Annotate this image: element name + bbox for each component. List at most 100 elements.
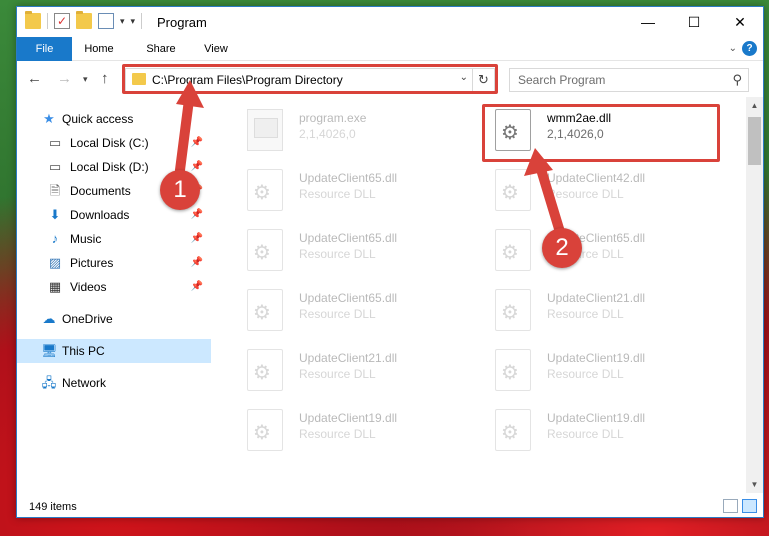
file-item[interactable]: UpdateClient19.dll Resource DLL: [237, 403, 467, 459]
file-item[interactable]: UpdateClient65.dll Resource DLL: [237, 163, 467, 219]
tab-share[interactable]: Share: [141, 37, 181, 61]
sidebar-item-local-disk-c[interactable]: ▭ Local Disk (C:) 📌: [17, 131, 211, 155]
file-item[interactable]: UpdateClient21.dll Resource DLL: [237, 343, 467, 399]
pin-icon: 📌: [190, 233, 203, 244]
quick-access-toolbar: ✓ ▾ ▾: [25, 11, 143, 29]
cloud-icon: ☁: [42, 311, 56, 326]
music-icon: ♪: [51, 231, 59, 246]
file-name: UpdateClient21.dll: [299, 351, 398, 365]
file-item[interactable]: program.exe 2,1,4026,0: [237, 103, 467, 159]
search-icon[interactable]: ⚲: [732, 72, 742, 88]
sidebar-item-quick-access[interactable]: ★ Quick access: [17, 107, 211, 131]
dll-file-icon: [247, 289, 283, 331]
properties-check-icon[interactable]: ✓: [54, 13, 70, 29]
file-name: UpdateClient65.dll: [299, 231, 398, 245]
sidebar-item-label: Pictures: [70, 256, 114, 270]
file-detail: 2,1,4026,0: [299, 127, 356, 141]
dll-file-icon: [247, 409, 283, 451]
dll-file-icon: [247, 229, 283, 271]
folder-icon: [25, 11, 41, 29]
sidebar-item-network[interactable]: 🖧 Network: [17, 371, 211, 395]
toolbar-divider: [47, 13, 48, 29]
file-highlight: [482, 104, 720, 162]
scroll-up-icon[interactable]: ▲: [746, 97, 763, 114]
properties-icon[interactable]: [98, 13, 114, 29]
tab-view[interactable]: View: [199, 37, 233, 61]
sidebar-item-onedrive[interactable]: ☁ OneDrive: [17, 307, 211, 331]
dll-file-icon: [247, 169, 283, 211]
file-detail: Resource DLL: [547, 307, 624, 321]
file-detail: Resource DLL: [299, 367, 376, 381]
navigation-pane: ★ Quick access ▭ Local Disk (C:) 📌 ▭ Loc…: [17, 97, 211, 493]
tab-file[interactable]: File: [17, 37, 72, 61]
scroll-down-icon[interactable]: ▼: [746, 476, 763, 493]
file-item[interactable]: UpdateClient65.dll Resource DLL: [237, 223, 467, 279]
file-name: UpdateClient21.dll: [547, 291, 646, 305]
ribbon-tabs: File Home Share View ⌄ ?: [17, 37, 763, 61]
forward-arrow-icon[interactable]: →: [57, 70, 72, 87]
file-item[interactable]: UpdateClient65.dll Resource DLL: [237, 283, 467, 339]
sidebar-item-music[interactable]: ♪ Music 📌: [17, 227, 211, 251]
up-arrow-icon[interactable]: ↑: [101, 70, 109, 87]
pictures-icon: ▨: [48, 255, 62, 270]
status-bar: 149 items: [17, 495, 763, 517]
chevron-down-icon[interactable]: ▾: [120, 16, 125, 27]
network-icon: 🖧: [41, 375, 57, 390]
computer-icon: 🖥: [41, 343, 58, 358]
window-controls: — ☐ ✕: [625, 7, 763, 37]
scroll-thumb[interactable]: [748, 117, 761, 165]
sidebar-item-videos[interactable]: ▦ Videos 📌: [17, 275, 211, 299]
sidebar-item-label: Network: [62, 376, 107, 390]
new-folder-icon[interactable]: [76, 11, 92, 29]
file-item[interactable]: UpdateClient21.dll Resource DLL: [485, 283, 715, 339]
address-bar-highlight: [122, 64, 498, 94]
file-explorer-window: ✓ ▾ ▾ Program — ☐ ✕ File Home Share View…: [16, 6, 764, 518]
file-item[interactable]: UpdateClient19.dll Resource DLL: [485, 343, 715, 399]
vertical-scrollbar[interactable]: ▲ ▼: [746, 97, 763, 493]
large-icons-view-icon[interactable]: [742, 499, 757, 513]
maximize-button[interactable]: ☐: [671, 7, 717, 37]
callout-badge-2: 2: [542, 228, 582, 268]
file-detail: Resource DLL: [299, 247, 376, 261]
dll-file-icon: [495, 349, 531, 391]
customize-toolbar-icon[interactable]: ▾: [131, 16, 136, 27]
pin-icon: 📌: [190, 209, 203, 220]
file-item[interactable]: UpdateClient65.dll Resource DLL: [485, 223, 715, 279]
file-item[interactable]: UpdateClient42.dll Resource DLL: [485, 163, 715, 219]
sidebar-item-this-pc[interactable]: 🖥 This PC: [17, 339, 211, 363]
title-bar: ✓ ▾ ▾ Program — ☐ ✕: [17, 7, 763, 37]
search-box[interactable]: Search Program ⚲: [509, 68, 749, 92]
tab-home[interactable]: Home: [79, 37, 119, 61]
dll-file-icon: [247, 349, 283, 391]
minimize-button[interactable]: —: [625, 7, 671, 37]
item-count: 149 items: [29, 501, 77, 513]
dll-file-icon: [495, 229, 531, 271]
details-view-icon[interactable]: [723, 499, 738, 513]
pin-icon: 📌: [190, 137, 203, 148]
sidebar-item-label: Videos: [70, 280, 107, 294]
file-detail: Resource DLL: [299, 307, 376, 321]
sidebar-item-pictures[interactable]: ▨ Pictures 📌: [17, 251, 211, 275]
back-arrow-icon[interactable]: ←: [27, 70, 42, 87]
sidebar-item-label: This PC: [62, 344, 105, 358]
drive-icon: ▭: [48, 135, 62, 150]
window-title: Program: [157, 15, 207, 30]
help-icon[interactable]: ?: [742, 41, 757, 56]
file-name: UpdateClient19.dll: [299, 411, 398, 425]
expand-ribbon-icon[interactable]: ⌄: [729, 43, 737, 54]
file-detail: Resource DLL: [547, 187, 624, 201]
sidebar-item-label: Local Disk (D:): [70, 160, 149, 174]
sidebar-item-label: Downloads: [70, 208, 130, 222]
file-name: UpdateClient65.dll: [299, 171, 398, 185]
pin-icon: 📌: [190, 257, 203, 268]
close-button[interactable]: ✕: [717, 7, 763, 37]
file-detail: Resource DLL: [299, 427, 376, 441]
sidebar-item-label: Documents: [70, 184, 131, 198]
sidebar-item-label: OneDrive: [62, 312, 113, 326]
dll-file-icon: [495, 289, 531, 331]
recent-locations-icon[interactable]: ▾: [83, 74, 88, 85]
file-name: program.exe: [299, 111, 367, 125]
search-input[interactable]: Search Program: [518, 73, 605, 87]
file-item[interactable]: UpdateClient19.dll Resource DLL: [485, 403, 715, 459]
file-detail: Resource DLL: [547, 367, 624, 381]
